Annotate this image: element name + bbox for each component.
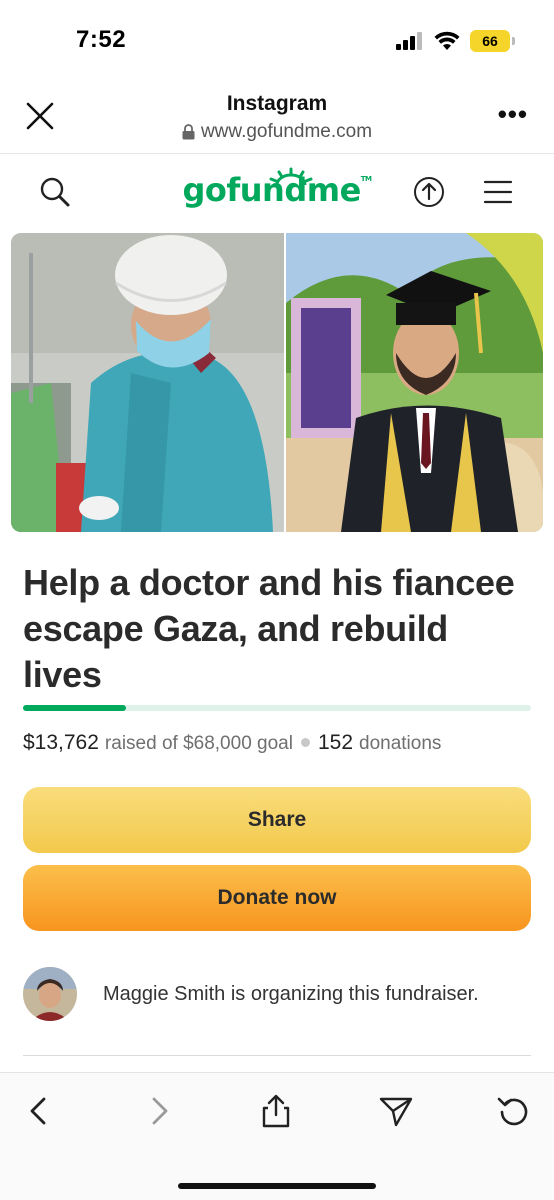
share-upload-icon[interactable] bbox=[412, 175, 446, 209]
separator-dot bbox=[300, 738, 310, 747]
browser-url[interactable]: www.gofundme.com bbox=[182, 121, 372, 143]
home-indicator bbox=[178, 1183, 376, 1189]
share-icon[interactable] bbox=[258, 1093, 294, 1129]
battery-level: 66 bbox=[482, 33, 498, 49]
status-icons: 66 bbox=[396, 30, 515, 52]
status-bar: 7:52 66 bbox=[0, 0, 554, 80]
back-icon[interactable] bbox=[22, 1093, 58, 1129]
url-text: www.gofundme.com bbox=[200, 121, 373, 142]
forward-icon[interactable] bbox=[140, 1093, 176, 1129]
lock-icon bbox=[182, 124, 195, 140]
avatar bbox=[23, 967, 77, 1021]
donation-stats: $13,762 raised of $68,000 goal 152 donat… bbox=[23, 731, 441, 755]
menu-icon[interactable] bbox=[482, 175, 516, 209]
donate-now-button[interactable]: Donate now bbox=[23, 865, 531, 931]
donate-button-label: Donate now bbox=[217, 886, 337, 909]
doctor-photo bbox=[11, 233, 284, 532]
donation-count: 152 bbox=[317, 731, 354, 754]
wifi-icon bbox=[434, 31, 460, 50]
signal-icon bbox=[396, 32, 422, 50]
raised-amount: $13,762 bbox=[23, 731, 99, 754]
graduation-photo bbox=[286, 233, 543, 532]
battery-icon: 66 bbox=[470, 30, 515, 52]
browser-header: Instagram www.gofundme.com ••• bbox=[0, 80, 554, 154]
raised-of-goal: raised of $68,000 goal bbox=[104, 733, 293, 754]
progress-fill bbox=[23, 705, 126, 711]
campaign-hero-images[interactable] bbox=[11, 233, 543, 532]
page: 7:52 66 Instagram www.gofundme.com ••• g… bbox=[0, 0, 554, 1200]
more-icon[interactable]: ••• bbox=[498, 101, 528, 127]
logo-trademark: TM bbox=[360, 175, 372, 183]
send-icon[interactable] bbox=[378, 1093, 414, 1129]
reload-icon[interactable] bbox=[496, 1093, 532, 1129]
progress-bar bbox=[23, 705, 531, 711]
logo-sun-icon bbox=[269, 167, 313, 186]
browser-title-block: Instagram www.gofundme.com bbox=[0, 92, 554, 145]
site-nav: gofundmeTM bbox=[0, 155, 554, 233]
organizer-row[interactable]: Maggie Smith is organizing this fundrais… bbox=[23, 967, 479, 1021]
donations-label: donations bbox=[359, 733, 442, 754]
status-time: 7:52 bbox=[76, 26, 127, 53]
logo-text: gofundmeTM bbox=[182, 167, 372, 209]
gofundme-logo[interactable]: gofundmeTM bbox=[0, 167, 554, 209]
browser-title: Instagram bbox=[226, 92, 328, 115]
share-button[interactable]: Share bbox=[23, 787, 531, 853]
browser-toolbar bbox=[0, 1072, 554, 1200]
divider bbox=[23, 1055, 531, 1056]
campaign-title: Help a doctor and his fiancee escape Gaz… bbox=[23, 562, 515, 695]
organizer-text: Maggie Smith is organizing this fundrais… bbox=[103, 982, 479, 1005]
share-button-label: Share bbox=[247, 808, 307, 831]
